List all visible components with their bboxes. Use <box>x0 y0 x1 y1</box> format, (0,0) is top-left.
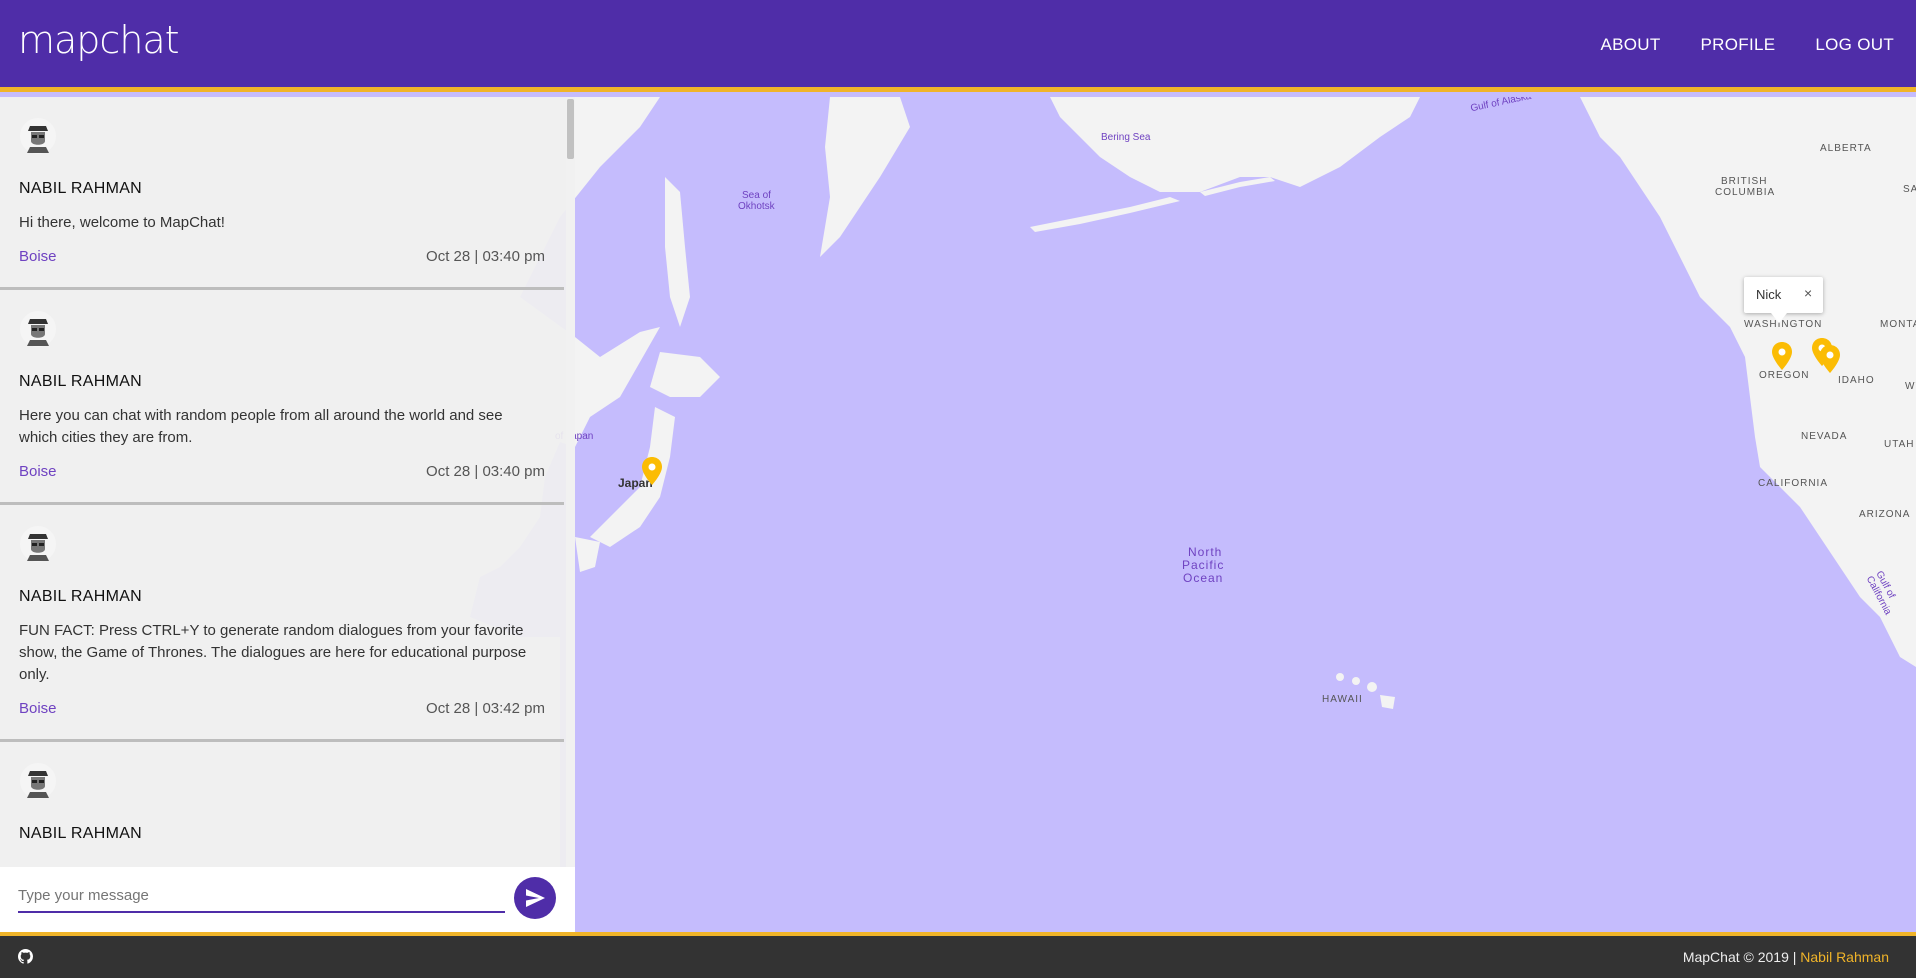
map-label-alberta: ALBERTA <box>1820 143 1872 154</box>
message-author: NABIL RAHMAN <box>19 588 143 605</box>
map-label-california: CALIFORNIA <box>1758 478 1829 489</box>
nav-about-link[interactable]: ABOUT <box>1600 35 1660 55</box>
user-avatar <box>20 763 56 799</box>
map-marker-oregon[interactable] <box>1772 342 1792 370</box>
message-timestamp: Oct 28 | 03:40 pm <box>426 463 545 480</box>
user-avatar <box>20 311 56 347</box>
map-label-arizona: ARIZONA <box>1859 509 1911 520</box>
marker-info-window: Nick × <box>1744 277 1823 323</box>
map-label-wy: WY <box>1905 381 1916 392</box>
mapchat-logo[interactable]: mapchat <box>18 18 180 62</box>
info-window-tail <box>1771 313 1787 323</box>
map-label-hawaii: HAWAII <box>1322 694 1363 705</box>
chat-message: NABIL RAHMAN Here you can chat with rand… <box>0 290 564 505</box>
map-label-nevada: NEVADA <box>1801 431 1848 442</box>
message-city[interactable]: Boise <box>19 248 57 265</box>
send-button[interactable] <box>514 877 556 919</box>
nav-profile-link[interactable]: PROFILE <box>1701 35 1776 55</box>
message-text: Here you can chat with random people fro… <box>19 407 503 446</box>
map-label-bc-2: COLUMBIA <box>1715 187 1776 198</box>
map-label-idaho: IDAHO <box>1838 375 1875 386</box>
message-author: NABIL RAHMAN <box>19 180 143 197</box>
send-icon <box>526 889 545 907</box>
message-text: FUN FACT: Press CTRL+Y to generate rando… <box>19 622 527 683</box>
map-label-sa: SA <box>1903 184 1916 195</box>
nav-logout-link[interactable]: LOG OUT <box>1815 35 1894 55</box>
map-marker-boise-2[interactable] <box>1820 345 1840 373</box>
map-label-bc-1: BRITISH <box>1721 176 1768 187</box>
message-timestamp: Oct 28 | 03:42 pm <box>426 700 545 717</box>
map-label-north-pacific-2: Pacific <box>1182 558 1225 572</box>
map-label-oregon: OREGON <box>1759 370 1810 381</box>
info-window-username: Nick <box>1756 287 1782 302</box>
message-timestamp: Oct 28 | 03:40 pm <box>426 248 545 265</box>
map-label-sea-okhotsk-2: Okhotsk <box>738 201 775 212</box>
user-avatar <box>20 526 56 562</box>
info-window-close-icon[interactable]: × <box>1804 285 1812 301</box>
nav-links: ABOUT PROFILE LOG OUT <box>1600 35 1894 55</box>
map-label-north-pacific-3: Ocean <box>1183 571 1224 585</box>
map-label-north-pacific-1: North <box>1188 545 1223 559</box>
user-avatar <box>20 118 56 154</box>
copyright-text: MapChat © 2019 | <box>1682 949 1801 965</box>
message-city[interactable]: Boise <box>19 700 57 717</box>
scrollbar-thumb[interactable] <box>567 99 574 159</box>
chat-message: NABIL RAHMAN <box>0 742 564 843</box>
top-navbar: mapchat ABOUT PROFILE LOG OUT <box>0 0 1916 92</box>
map-label-sea-okhotsk-1: Sea of <box>742 190 771 201</box>
footer-copyright: MapChat © 2019 | Nabil Rahman <box>1683 949 1889 965</box>
message-author: NABIL RAHMAN <box>19 373 143 390</box>
chat-panel: NABIL RAHMAN Hi there, welcome to MapCha… <box>0 97 575 932</box>
chat-message: NABIL RAHMAN Hi there, welcome to MapCha… <box>0 97 564 290</box>
message-list[interactable]: NABIL RAHMAN Hi there, welcome to MapCha… <box>0 97 575 867</box>
message-text: Hi there, welcome to MapChat! <box>19 214 225 231</box>
map-marker-japan[interactable] <box>642 457 662 485</box>
footer: MapChat © 2019 | Nabil Rahman <box>0 932 1916 978</box>
message-city[interactable]: Boise <box>19 463 57 480</box>
map-label-utah: UTAH <box>1884 439 1915 450</box>
message-author: NABIL RAHMAN <box>19 825 143 842</box>
message-input[interactable] <box>18 879 505 913</box>
message-list-scrollbar[interactable] <box>566 97 575 867</box>
map-label-montana: MONTA <box>1880 319 1916 330</box>
author-link[interactable]: Nabil Rahman <box>1800 949 1889 965</box>
message-composer <box>0 867 575 932</box>
chat-message: NABIL RAHMAN FUN FACT: Press CTRL+Y to g… <box>0 505 564 742</box>
github-icon[interactable] <box>18 949 33 964</box>
map-label-bering-sea: Bering Sea <box>1101 132 1151 143</box>
